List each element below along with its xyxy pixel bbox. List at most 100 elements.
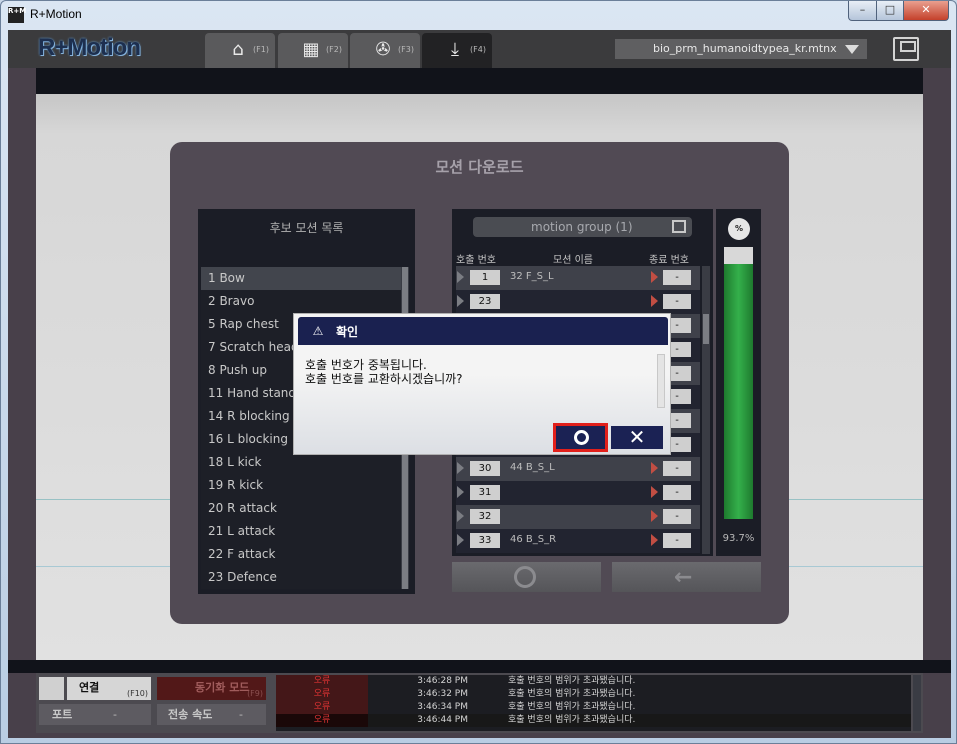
end-marker-icon: [651, 486, 658, 499]
meter-label: 93.7%: [722, 533, 755, 544]
call-number[interactable]: 32: [470, 508, 500, 524]
meter-track: [724, 247, 753, 519]
speed-field: 전송 속도 -: [157, 704, 266, 725]
port-label: 포트: [52, 708, 73, 721]
file-name: bio_prm_humanoidtypea_kr.mtnx: [653, 42, 837, 55]
edit-icon[interactable]: [672, 220, 686, 233]
end-number[interactable]: -: [663, 532, 691, 548]
nav-strip: [36, 68, 923, 94]
confirm-dialog: ⚠ 확인 호출 번호가 중복됩니다. 호출 번호를 교환하시겠습니까? ✕: [293, 313, 671, 455]
confirm-download-button[interactable]: [452, 562, 601, 592]
log-scrollbar[interactable]: [913, 675, 921, 731]
speed-label: 전송 속도: [168, 708, 213, 721]
candidate-item[interactable]: 1 Bow: [201, 267, 403, 290]
candidate-item[interactable]: 23 Defence: [201, 566, 403, 589]
motion-group-selector[interactable]: motion group (1): [473, 217, 692, 237]
log-level: 오류: [276, 675, 368, 688]
motion-name: 32 F_S_L: [510, 271, 554, 282]
row-marker-icon: [457, 462, 464, 475]
log-row[interactable]: 오류 3:46:44 PM 호출 번호의 범위가 초과됐습니다.: [276, 714, 911, 727]
end-marker-icon: [651, 462, 658, 475]
tab-film[interactable]: ▦ (F2): [278, 33, 348, 68]
sync-mode-button[interactable]: 동기화 모드 (F9): [157, 677, 266, 700]
call-number[interactable]: 1: [470, 270, 500, 285]
col-motion-name: 모션 이름: [553, 255, 593, 266]
end-marker-icon: [651, 271, 658, 283]
end-number[interactable]: -: [663, 293, 691, 309]
alert-icon: ⚠: [312, 324, 324, 338]
tab-home[interactable]: ⌂ (F1): [205, 33, 275, 68]
candidate-item[interactable]: 21 L attack: [201, 520, 403, 543]
dialog-title: 확인: [336, 325, 359, 339]
title-bar[interactable]: R+M R+Motion – □ ✕: [1, 1, 956, 29]
scrollbar-thumb[interactable]: [703, 314, 709, 344]
group-row[interactable]: 31 -: [456, 481, 700, 505]
log-level: 오류: [276, 688, 368, 701]
sync-label: 동기화 모드: [195, 681, 250, 694]
dialog-message-line: 호출 번호를 교환하시겠습니까?: [305, 372, 463, 386]
close-button[interactable]: ✕: [903, 1, 949, 21]
row-marker-icon: [457, 533, 464, 546]
download-icon: ⤓: [451, 39, 459, 60]
call-number[interactable]: 30: [470, 461, 500, 477]
circle-icon: [574, 430, 589, 445]
log-row[interactable]: 오류 3:46:28 PM 호출 번호의 범위가 초과됐습니다.: [276, 675, 911, 688]
minimize-button[interactable]: –: [848, 1, 877, 21]
app-logo: R+Motion: [38, 34, 141, 61]
col-call-number: 호출 번호: [456, 255, 496, 266]
group-row[interactable]: 33 46 B_S_R -: [456, 528, 700, 553]
tab-reel-key: (F3): [398, 45, 414, 54]
reel-icon: ✇: [375, 39, 391, 60]
log-time: 3:46:44 PM: [417, 715, 468, 725]
no-button[interactable]: ✕: [611, 426, 663, 449]
top-toolbar: R+Motion ⌂ (F1) ▦ (F2) ✇ (F3) ⤓ (F4) bio…: [8, 30, 951, 68]
call-number[interactable]: 33: [470, 532, 500, 548]
tab-film-key: (F2): [326, 45, 342, 54]
tab-download[interactable]: ⤓ (F4): [422, 33, 492, 68]
connection-indicator: [39, 677, 64, 700]
app-client: R+Motion ⌂ (F1) ▦ (F2) ✇ (F3) ⤓ (F4) bio…: [8, 30, 951, 738]
maximize-button[interactable]: □: [876, 1, 904, 21]
panel-title: 모션 다운로드: [435, 158, 524, 176]
motion-group-name: motion group (1): [531, 220, 633, 234]
group-row[interactable]: 30 44 B_S_L -: [456, 457, 700, 482]
candidate-item[interactable]: 19 R kick: [201, 474, 403, 497]
home-icon: ⌂: [232, 39, 244, 60]
candidate-item[interactable]: 20 R attack: [201, 497, 403, 520]
log-message: 호출 번호의 범위가 초과됐습니다.: [508, 689, 636, 699]
yes-button[interactable]: [553, 423, 608, 452]
end-number[interactable]: -: [663, 485, 691, 501]
log-message: 호출 번호의 범위가 초과됐습니다.: [508, 715, 636, 725]
tab-download-key: (F4): [470, 45, 486, 54]
end-number[interactable]: -: [663, 461, 691, 477]
candidate-list-title: 후보 모션 목록: [269, 221, 344, 235]
tab-reel[interactable]: ✇ (F3): [350, 33, 420, 68]
log-list[interactable]: 오류 3:46:28 PM 호출 번호의 범위가 초과됐습니다. 오류 3:46:32 …: [276, 675, 911, 731]
row-marker-icon: [457, 486, 464, 499]
group-row[interactable]: 1 32 F_S_L -: [456, 266, 700, 290]
log-time: 3:46:34 PM: [417, 702, 468, 712]
candidate-item[interactable]: 22 F attack: [201, 543, 403, 566]
candidate-item[interactable]: 2 Bravo: [201, 290, 403, 313]
group-row[interactable]: 32 -: [456, 504, 700, 529]
window-title: R+Motion: [30, 7, 82, 21]
group-scrollbar[interactable]: [702, 266, 710, 554]
dialog-scrollbar[interactable]: [657, 354, 665, 408]
save-icon[interactable]: [893, 37, 919, 61]
connect-button[interactable]: 연결 (F10): [67, 677, 151, 700]
log-row[interactable]: 오류 3:46:32 PM 호출 번호의 범위가 초과됐습니다.: [276, 688, 911, 701]
memory-meter: % 93.7%: [716, 209, 761, 556]
group-row[interactable]: 23 -: [456, 289, 700, 314]
row-marker-icon: [457, 509, 464, 522]
end-marker-icon: [651, 533, 658, 546]
dialog-message: 호출 번호가 중복됩니다. 호출 번호를 교환하시겠습니까?: [305, 358, 645, 386]
back-button[interactable]: ←: [612, 562, 761, 592]
end-number[interactable]: -: [663, 270, 691, 285]
row-marker-icon: [457, 294, 464, 307]
motion-name: 44 B_S_L: [510, 462, 555, 474]
log-row[interactable]: 오류 3:46:34 PM 호출 번호의 범위가 초과됐습니다.: [276, 701, 911, 714]
file-select[interactable]: bio_prm_humanoidtypea_kr.mtnx: [615, 39, 867, 59]
end-number[interactable]: -: [663, 508, 691, 524]
call-number[interactable]: 23: [470, 293, 500, 309]
call-number[interactable]: 31: [470, 485, 500, 501]
